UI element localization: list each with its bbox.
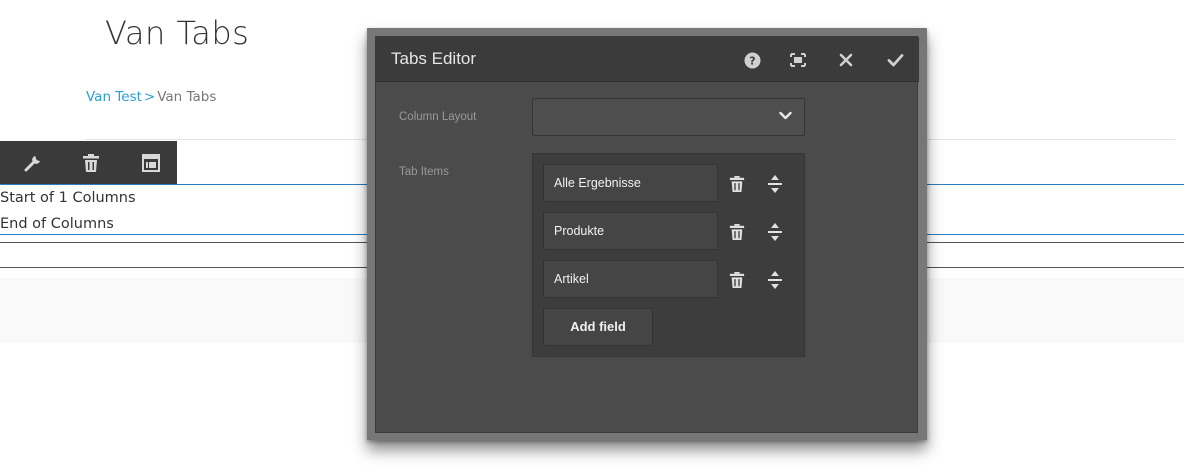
- fullscreen-button[interactable]: [786, 48, 810, 72]
- reorder-item-handle[interactable]: [764, 173, 786, 195]
- move-vertical-icon: [768, 223, 782, 241]
- check-icon: [887, 54, 903, 67]
- breadcrumb-parent-link[interactable]: Van Test: [86, 89, 142, 105]
- tab-items-multifield: Alle Ergebnisse Produkte Artikel Add fie…: [532, 153, 805, 357]
- breadcrumb: Van Test > Van Tabs: [86, 89, 216, 105]
- remove-item-button[interactable]: [726, 269, 748, 291]
- list-item: Produkte: [543, 212, 803, 250]
- fullscreen-icon: [790, 53, 806, 67]
- column-layout-label: Column Layout: [399, 111, 477, 123]
- tab-item-input[interactable]: Alle Ergebnisse: [543, 164, 718, 202]
- tab-item-input[interactable]: Artikel: [543, 260, 718, 298]
- reorder-item-handle[interactable]: [764, 269, 786, 291]
- dialog-title: Tabs Editor: [391, 49, 477, 68]
- help-icon: ?: [744, 52, 760, 68]
- add-field-button[interactable]: Add field: [543, 308, 653, 346]
- column-end-label: End of Columns: [0, 216, 114, 232]
- parent-component-icon: [142, 153, 160, 172]
- done-button[interactable]: [883, 48, 907, 72]
- page-root: Van Tabs Van Test > Van Tabs Start of 1 …: [0, 0, 1184, 469]
- breadcrumb-separator: >: [143, 89, 156, 105]
- trash-icon: [729, 176, 745, 192]
- move-vertical-icon: [768, 271, 782, 289]
- tab-item-input[interactable]: Produkte: [543, 212, 718, 250]
- list-item: Alle Ergebnisse: [543, 164, 803, 202]
- move-vertical-icon: [768, 175, 782, 193]
- breadcrumb-current: Van Tabs: [157, 89, 217, 105]
- close-button[interactable]: [834, 48, 858, 72]
- dialog-header: Tabs Editor ?: [376, 37, 919, 82]
- close-icon: [839, 53, 853, 67]
- parent-button[interactable]: [126, 141, 176, 184]
- configure-button[interactable]: [8, 141, 58, 184]
- remove-item-button[interactable]: [726, 173, 748, 195]
- column-start-label: Start of 1 Columns: [0, 190, 136, 206]
- page-title: Van Tabs: [105, 14, 250, 52]
- trash-icon: [729, 224, 745, 240]
- trash-icon: [729, 272, 745, 288]
- help-button[interactable]: ?: [740, 48, 764, 72]
- reorder-item-handle[interactable]: [764, 221, 786, 243]
- wrench-icon: [24, 155, 40, 171]
- list-item: Artikel: [543, 260, 803, 298]
- svg-text:?: ?: [749, 54, 755, 67]
- chevron-down-icon: [779, 111, 792, 120]
- tabs-editor-dialog: Tabs Editor ? Column Layout Tab Items Al…: [375, 36, 919, 433]
- tab-items-label: Tab Items: [399, 166, 449, 178]
- trash-icon: [83, 153, 99, 172]
- remove-item-button[interactable]: [726, 221, 748, 243]
- component-toolbar: [0, 141, 177, 184]
- column-layout-select[interactable]: [532, 98, 805, 136]
- delete-button[interactable]: [66, 141, 116, 184]
